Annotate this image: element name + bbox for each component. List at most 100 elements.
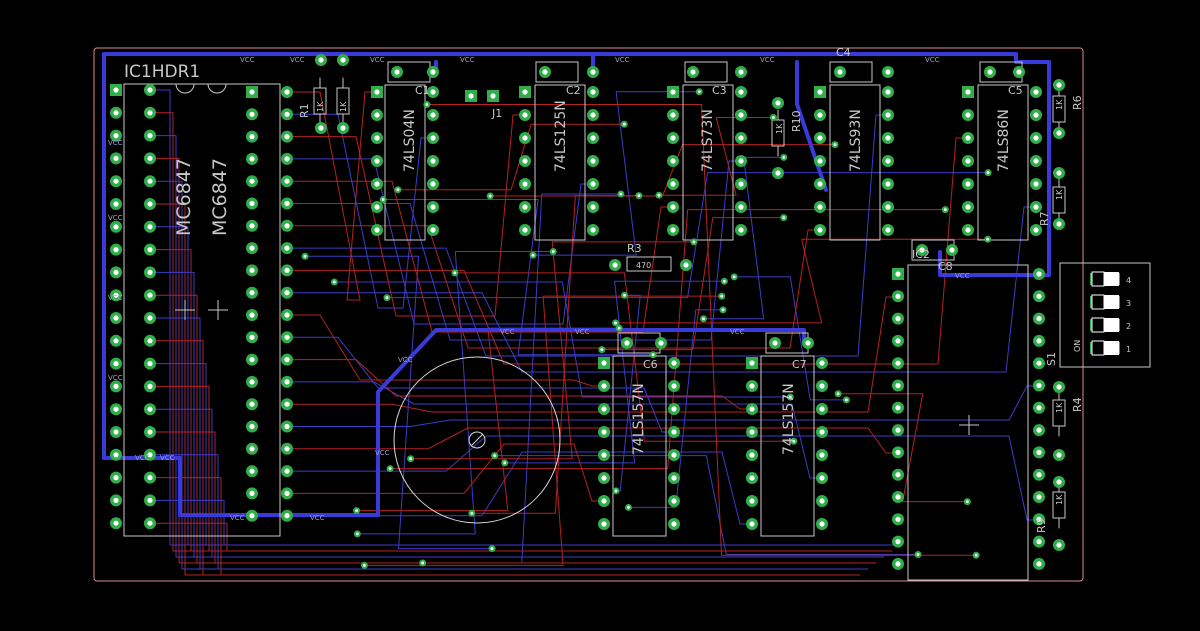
switch-pos-3: 3 [1126, 299, 1131, 308]
pad-hole [1056, 221, 1062, 227]
pad-hole [837, 69, 843, 75]
via-hole [657, 193, 661, 197]
pad-hole [284, 111, 290, 117]
pad-hole [284, 446, 290, 452]
pad-hole [147, 361, 153, 367]
vcc-net-label: VCC [290, 56, 305, 64]
pad-hole [819, 406, 825, 412]
pad-hole [374, 181, 380, 187]
vcc-net-label: VCC [955, 272, 970, 280]
pad-hole [394, 69, 400, 75]
pad-hole [749, 452, 755, 458]
resistor-value: 1K [1055, 402, 1064, 413]
pad-hole [885, 89, 891, 95]
pad-hole [817, 204, 823, 210]
pad-hole [749, 521, 755, 527]
pad-hole [749, 383, 755, 389]
via-hole [720, 294, 724, 298]
via-hole [697, 90, 701, 94]
pad-hole [772, 340, 778, 346]
pad-hole [147, 110, 153, 116]
pad-hole [113, 429, 119, 435]
pad-hole [612, 262, 618, 268]
pad-hole [817, 158, 823, 164]
mc6847-label-a: MC6847 [173, 158, 195, 236]
via-hole [409, 457, 412, 461]
ref-r1: R1 [298, 103, 311, 118]
pad-hole [590, 158, 596, 164]
header-notch [175, 83, 227, 94]
header-fanout [149, 157, 877, 564]
pad-hole [284, 468, 290, 474]
pad-hole [749, 360, 755, 366]
pad-hole [895, 561, 901, 567]
ref-c3: C3 [712, 84, 727, 97]
pad-hole [670, 135, 676, 141]
switch-pos-1: 1 [1126, 345, 1131, 354]
via-hole [845, 398, 848, 402]
pad-hole [284, 134, 290, 140]
pad-hole [249, 134, 255, 140]
pad-hole [895, 494, 901, 500]
via-hole [614, 489, 618, 493]
pad-hole [147, 133, 153, 139]
resistor-value: 1K [339, 101, 348, 112]
pad-hole [1033, 158, 1039, 164]
pad-hole [749, 406, 755, 412]
pad-hole [284, 357, 290, 363]
via-hole [470, 511, 474, 515]
pad-hole [147, 497, 153, 503]
pad-hole [249, 312, 255, 318]
pad-hole [113, 178, 119, 184]
pad-hole [147, 269, 153, 275]
ref-r4: R4 [1071, 397, 1084, 412]
via-hole [425, 103, 429, 106]
pad-hole [690, 69, 696, 75]
pad-hole [284, 200, 290, 207]
pad-hole [430, 158, 436, 164]
pad-hole [147, 87, 153, 93]
pad-hole [749, 475, 755, 481]
pad-hole [284, 379, 290, 385]
pad-hole [249, 334, 255, 340]
pad-hole [895, 271, 901, 277]
pad-hole [147, 338, 153, 344]
pad-hole [249, 401, 255, 407]
pad-hole [284, 312, 290, 318]
pad-hole [249, 379, 255, 385]
pad-hole [895, 427, 901, 433]
vcc-net-label: VCC [108, 374, 123, 382]
resistor-value: 1K [1055, 189, 1064, 200]
pad-hole [738, 112, 744, 118]
pad-hole [284, 334, 290, 340]
pad-hole [749, 429, 755, 435]
pad-hole [1033, 112, 1039, 118]
pad-hole [965, 181, 971, 187]
pad-hole [1033, 204, 1039, 210]
pad-hole [147, 224, 153, 230]
pad-hole [1056, 452, 1062, 458]
board-outline [93, 47, 1084, 582]
via-hole [355, 532, 359, 536]
component-pads [110, 54, 1120, 570]
pad-hole [738, 89, 744, 95]
ref-c4: C4 [836, 46, 851, 59]
pad-hole [340, 125, 346, 131]
ref-c7: C7 [792, 358, 807, 371]
pad-hole [683, 262, 689, 268]
pad-hole [522, 181, 528, 187]
pad-hole [670, 204, 676, 210]
via-hole [722, 279, 726, 283]
pad-hole [805, 340, 811, 346]
via-hole [490, 547, 494, 551]
pad-hole [601, 383, 607, 389]
pad-hole [738, 181, 744, 187]
pad-hole [895, 360, 901, 366]
pad-hole [113, 201, 119, 207]
resistor-value: 1K [775, 123, 784, 134]
signal-trace [286, 385, 1040, 427]
pad-hole [249, 357, 255, 363]
pad-hole [147, 292, 153, 298]
via-hole [355, 509, 358, 513]
pad-hole [819, 383, 825, 389]
